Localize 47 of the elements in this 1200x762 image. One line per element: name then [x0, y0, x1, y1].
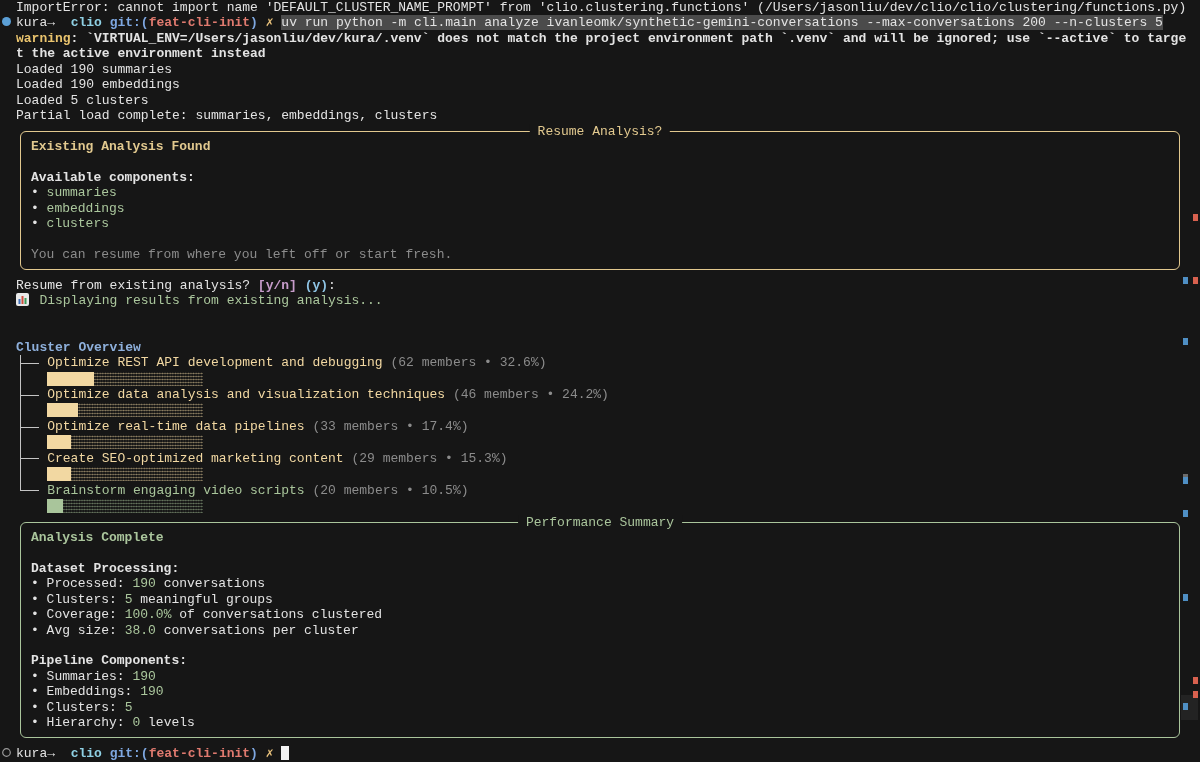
command-text: uv run python -m cli.main analyze ivanleomk/synthetic-gemini-conversations --max-conversations 200 --n-clusters 5 [281, 15, 1163, 31]
stat-line: • Embeddings: 190 [31, 684, 165, 700]
panel-heading: Existing Analysis Found [31, 138, 212, 155]
cluster-stats: (20 members • 10.5%) [312, 482, 469, 498]
cluster-stats: (33 members • 17.4%) [312, 418, 469, 434]
cluster-name: Brainstorm engaging video scripts [47, 482, 305, 498]
warning-message: warning: `VIRTUAL_ENV=/Users/jasonliu/dev/kura/.venv` does not match the project environment path `.venv` and will be ignored; use `--active` to target the active environment instead [16, 30, 1187, 62]
cluster-name: Create SEO-optimized marketing content [47, 450, 344, 466]
section-heading: Available components: [31, 169, 196, 186]
stat-line: • Processed: 190 conversations [31, 576, 267, 592]
cluster-name: Optimize real-time data pipelines [47, 418, 305, 434]
stat-line: • Avg size: 38.0 conversations per cluster [31, 622, 360, 638]
stat-line: • Coverage: 100.0% of conversations clustered [31, 607, 384, 623]
cluster-name: Optimize data analysis and visualization techniques [47, 386, 446, 402]
cluster-stats: (62 members • 32.6%) [390, 355, 547, 371]
stat-line: • Clusters: 5 [31, 699, 134, 716]
git-branch: git:(feat-cli-init) [109, 746, 258, 762]
prompt-user: kura→ [16, 15, 55, 31]
section-heading: Pipeline Components: [31, 653, 189, 669]
directory-name: clio [70, 746, 102, 762]
git-branch: git:(feat-cli-init) [109, 15, 258, 31]
stat-line: • Hierarchy: 0 levels [31, 715, 196, 731]
stat-line: • Summaries: 190 [31, 668, 157, 685]
component-item: • clusters [31, 216, 111, 232]
section-title: Cluster Overview [16, 339, 142, 356]
component-item: • embeddings [31, 200, 126, 217]
log-line: Loaded 190 embeddings [16, 77, 181, 93]
component-item: • summaries [31, 185, 118, 201]
status-message: Displaying results from existing analysis... [39, 293, 383, 309]
log-line: Partial load complete: summaries, embeddings, clusters [16, 108, 439, 124]
dirty-mark: ✗ [265, 746, 274, 762]
confirm-prompt: Resume from existing analysis? [y/n] (y): [16, 277, 337, 294]
log-line: Loaded 5 clusters [16, 92, 150, 109]
prompt-user: kura→ [16, 746, 55, 762]
section-heading: Dataset Processing: [31, 560, 181, 577]
panel-heading: Analysis Complete [31, 529, 165, 546]
dirty-mark: ✗ [265, 15, 274, 31]
directory-name: clio [70, 15, 102, 31]
cluster-stats: (46 members • 24.2%) [452, 386, 609, 402]
panel-title: Resume Analysis? [529, 124, 671, 140]
hint-text: You can resume from where you left off or start fresh. [31, 247, 454, 263]
bar-chart-icon [16, 293, 29, 307]
cluster-stats: (29 members • 15.3%) [351, 450, 508, 466]
panel-title: Performance Summary [518, 514, 682, 531]
log-line: Loaded 190 summaries [16, 61, 174, 78]
cluster-name: Optimize REST API development and debugging [47, 355, 383, 371]
stat-line: • Clusters: 5 meaningful groups [31, 591, 274, 608]
